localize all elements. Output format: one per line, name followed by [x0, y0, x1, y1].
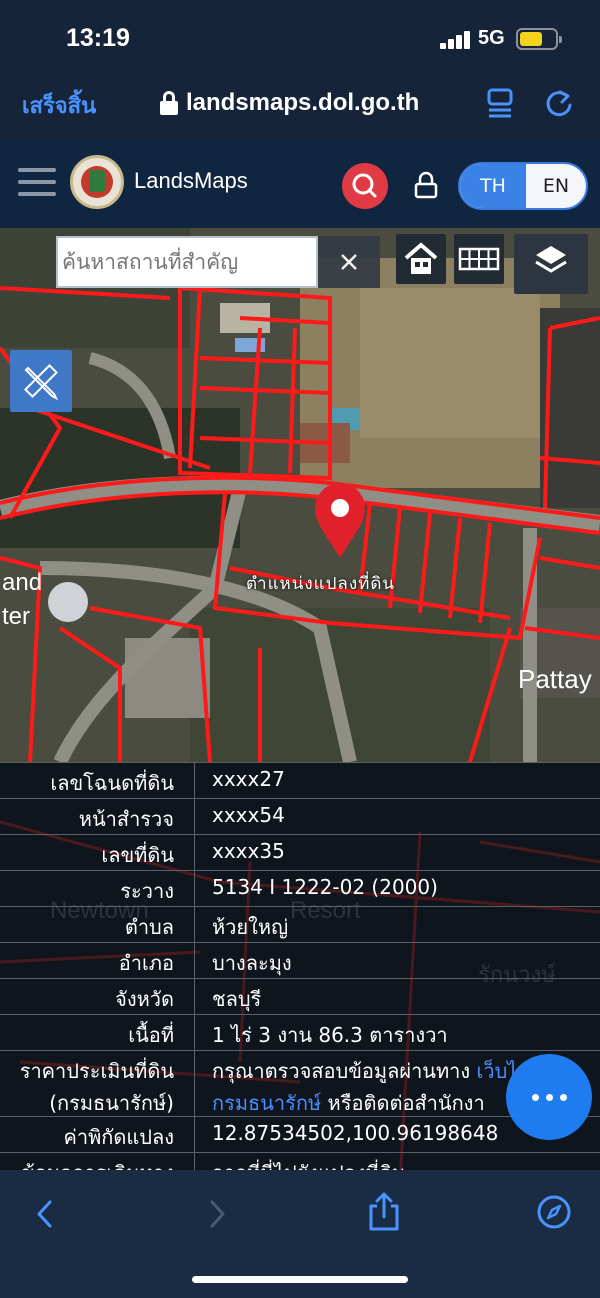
- grid-button[interactable]: [454, 234, 504, 284]
- reload-icon[interactable]: [544, 88, 574, 118]
- appraisal-text: กรุณาตรวจสอบข้อมูลผ่านทาง: [212, 1059, 477, 1083]
- layers-icon: [535, 246, 567, 273]
- row-label: เลขโฉนดที่ดิน: [50, 771, 174, 795]
- app-brand: LandsMaps: [134, 168, 248, 193]
- table-row: เลขที่ดิน xxxx35: [0, 834, 600, 870]
- table-row: จังหวัด ชลบุรี: [0, 978, 600, 1014]
- more-dot-icon: [560, 1094, 567, 1101]
- map-place-label-2: ter: [2, 603, 30, 630]
- row-label: เลขที่ดิน: [101, 843, 174, 867]
- search-icon: [352, 173, 377, 198]
- table-row: ระวาง 5134 I 1222-02 (2000): [0, 870, 600, 906]
- reader-icon[interactable]: [487, 88, 513, 118]
- place-search-input[interactable]: [58, 238, 316, 286]
- home-icon: [404, 242, 438, 274]
- more-options-button[interactable]: [506, 1054, 592, 1140]
- coords-link[interactable]: 12.87534502,100.96198648: [212, 1121, 498, 1145]
- row-label: หน้าสำรวจ: [78, 807, 174, 831]
- status-time: 13:19: [66, 24, 130, 52]
- login-lock-icon[interactable]: [414, 171, 438, 199]
- row-value: ห้วยใหญ่: [212, 915, 289, 939]
- table-row: ตำบล ห้วยใหญ่: [0, 906, 600, 942]
- row-label: จังหวัด: [115, 987, 174, 1011]
- appraisal-text-2: หรือติดต่อสำนักงา: [321, 1091, 485, 1115]
- appraisal-label-line2: (กรมธนารักษ์): [49, 1091, 174, 1115]
- row-value: xxxx27: [212, 767, 285, 791]
- layers-button[interactable]: [514, 234, 588, 294]
- url-bar[interactable]: landsmaps.dol.go.th: [160, 86, 419, 120]
- ruler-pencil-icon: [24, 364, 59, 401]
- treasury-department-link[interactable]: กรมธนารักษ์: [212, 1091, 321, 1115]
- coords-row: ค่าพิกัดแปลง 12.87534502,100.96198648: [0, 1116, 600, 1152]
- table-row: หน้าสำรวจ xxxx54: [0, 798, 600, 834]
- lang-th-option[interactable]: TH: [460, 164, 526, 208]
- appraisal-label-line1: ราคาประเมินที่ดิน: [19, 1059, 174, 1083]
- department-logo: [70, 155, 124, 209]
- parcel-info-panel: Newtown Resort รักนวงษ์ เลขโฉนดที่ดิน xx…: [0, 762, 600, 1182]
- map-view[interactable]: and ter Pattay ค้นหาสถานที่สำคัญ ตำแหน่ง…: [0, 228, 600, 762]
- parcel-location-label: ตำแหน่งแปลงที่ดิน: [246, 574, 396, 594]
- lock-icon: [160, 91, 178, 115]
- forward-icon[interactable]: [202, 1196, 232, 1232]
- appraisal-value-line2: กรมธนารักษ์ หรือติดต่อสำนักงา: [212, 1087, 485, 1119]
- row-value: xxxx35: [212, 839, 285, 863]
- measure-tool-button[interactable]: [10, 350, 72, 412]
- back-icon[interactable]: [30, 1196, 60, 1232]
- satellite-map: and ter Pattay: [0, 228, 600, 762]
- map-place-label-3: Pattay: [518, 664, 592, 694]
- coords-label: ค่าพิกัดแปลง: [63, 1125, 175, 1149]
- signal-icon: [440, 31, 472, 49]
- row-label: ระวาง: [120, 879, 174, 903]
- done-button[interactable]: เสร็จสิ้น: [22, 88, 96, 123]
- table-row: เนื้อที่ 1 ไร่ 3 งาน 86.3 ตารางวา: [0, 1014, 600, 1050]
- lang-en-option[interactable]: EN: [526, 164, 586, 208]
- row-value: 5134 I 1222-02 (2000): [212, 875, 438, 899]
- more-dot-icon: [532, 1094, 539, 1101]
- map-place-label-1: and: [2, 569, 42, 596]
- browser-top-bar: เสร็จสิ้น landsmaps.dol.go.th: [0, 70, 600, 140]
- table-row: เลขโฉนดที่ดิน xxxx27: [0, 762, 600, 798]
- menu-icon[interactable]: [18, 168, 56, 198]
- status-bar: 13:19 5G: [0, 0, 600, 70]
- grid-icon: [458, 247, 500, 271]
- row-value: บางละมุง: [212, 951, 292, 975]
- compass-icon[interactable]: [536, 1194, 572, 1230]
- table-row: อำเภอ บางละมุง: [0, 942, 600, 978]
- row-value: 1 ไร่ 3 งาน 86.3 ตารางวา: [212, 1023, 448, 1047]
- home-indicator: [192, 1276, 408, 1283]
- language-toggle[interactable]: TH EN: [458, 162, 588, 210]
- close-icon: [341, 254, 357, 270]
- more-dot-icon: [546, 1094, 553, 1101]
- home-button[interactable]: [396, 234, 446, 284]
- clear-search-button[interactable]: [318, 236, 380, 288]
- network-label: 5G: [478, 27, 505, 49]
- row-value: xxxx54: [212, 803, 285, 827]
- url-text: landsmaps.dol.go.th: [186, 89, 420, 116]
- row-label: ตำบล: [124, 915, 174, 939]
- row-label: อำเภอ: [118, 951, 174, 975]
- place-search-box[interactable]: [56, 236, 318, 288]
- share-icon[interactable]: [366, 1190, 402, 1232]
- search-button[interactable]: [342, 163, 388, 209]
- app-header: LandsMaps TH EN: [0, 140, 600, 228]
- row-label: เนื้อที่: [128, 1023, 174, 1047]
- row-value: ชลบุรี: [212, 987, 262, 1011]
- appraisal-value-line1: กรุณาตรวจสอบข้อมูลผ่านทาง เว็บไซต์: [212, 1055, 544, 1087]
- battery-icon: [516, 28, 562, 50]
